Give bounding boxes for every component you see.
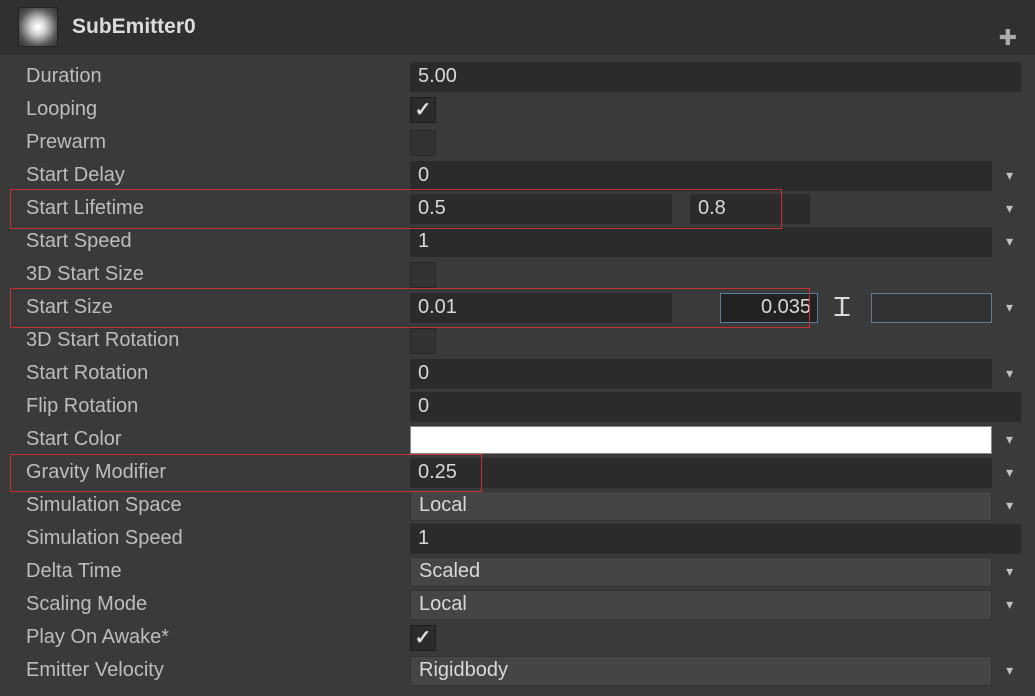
dropdown-start-size-icon[interactable]: ▾ — [998, 299, 1021, 316]
label-start-lifetime: Start Lifetime — [26, 197, 410, 220]
select-delta-time[interactable]: Scaled — [410, 557, 992, 587]
input-start-lifetime-max[interactable] — [690, 194, 810, 224]
color-swatch-start-color[interactable] — [410, 426, 992, 454]
row-play-on-awake: Play On Awake* — [0, 621, 1035, 654]
label-start-size: Start Size — [26, 296, 410, 319]
input-gravity-modifier[interactable] — [410, 458, 992, 488]
label-gravity-modifier: Gravity Modifier — [26, 461, 410, 484]
input-flip-rotation[interactable] — [410, 392, 1021, 422]
label-3d-start-size: 3D Start Size — [26, 263, 410, 286]
row-start-rotation: Start Rotation ▾ — [0, 357, 1035, 390]
row-simulation-space: Simulation Space Local ▾ — [0, 489, 1035, 522]
module-header[interactable]: SubEmitter0 ✚ — [0, 0, 1035, 54]
input-start-rotation[interactable] — [410, 359, 992, 389]
checkbox-3d-start-size[interactable] — [410, 262, 436, 288]
label-flip-rotation: Flip Rotation — [26, 395, 410, 418]
dropdown-start-rotation-icon[interactable]: ▾ — [998, 365, 1021, 382]
label-emitter-velocity: Emitter Velocity — [26, 659, 410, 682]
row-start-color: Start Color ▾ — [0, 423, 1035, 456]
row-emitter-velocity: Emitter Velocity Rigidbody ▾ — [0, 654, 1035, 687]
dropdown-simulation-space-icon[interactable]: ▾ — [998, 497, 1021, 514]
dropdown-start-speed-icon[interactable]: ▾ — [998, 233, 1021, 250]
row-start-speed: Start Speed ▾ — [0, 225, 1035, 258]
input-start-delay[interactable] — [410, 161, 992, 191]
dropdown-scaling-mode-icon[interactable]: ▾ — [998, 596, 1021, 613]
label-3d-start-rotation: 3D Start Rotation — [26, 329, 410, 352]
label-start-rotation: Start Rotation — [26, 362, 410, 385]
row-scaling-mode: Scaling Mode Local ▾ — [0, 588, 1035, 621]
row-start-delay: Start Delay ▾ — [0, 159, 1035, 192]
checkbox-looping[interactable] — [410, 97, 436, 123]
row-start-lifetime: Start Lifetime ▾ — [0, 192, 1035, 225]
select-emitter-velocity[interactable]: Rigidbody — [410, 656, 992, 686]
checkbox-play-on-awake[interactable] — [410, 625, 436, 651]
row-looping: Looping — [0, 93, 1035, 126]
row-duration: Duration — [0, 60, 1035, 93]
particle-preview-icon — [18, 7, 58, 47]
row-start-size: Start Size 0.035 Ꮖ ▾ — [0, 291, 1035, 324]
label-start-speed: Start Speed — [26, 230, 410, 253]
row-simulation-speed: Simulation Speed — [0, 522, 1035, 555]
label-scaling-mode: Scaling Mode — [26, 593, 410, 616]
label-delta-time: Delta Time — [26, 560, 410, 583]
add-module-icon[interactable]: ✚ — [999, 25, 1017, 51]
text-cursor-icon: Ꮖ — [834, 292, 851, 324]
label-start-color: Start Color — [26, 428, 410, 451]
input-duration[interactable] — [410, 62, 1021, 92]
label-duration: Duration — [26, 65, 410, 88]
row-gravity-modifier: Gravity Modifier ▾ — [0, 456, 1035, 489]
row-prewarm: Prewarm — [0, 126, 1035, 159]
input-start-size-max[interactable]: 0.035 — [720, 293, 818, 323]
row-3d-start-size: 3D Start Size — [0, 258, 1035, 291]
checkbox-prewarm[interactable] — [410, 130, 436, 156]
input-start-lifetime-min[interactable] — [410, 194, 672, 224]
select-simulation-space[interactable]: Local — [410, 491, 992, 521]
label-looping: Looping — [26, 98, 410, 121]
input-start-speed[interactable] — [410, 227, 992, 257]
dropdown-emitter-velocity-icon[interactable]: ▾ — [998, 662, 1021, 679]
dropdown-start-color-icon[interactable]: ▾ — [998, 431, 1021, 448]
property-rows: Duration Looping Prewarm Start Delay ▾ — [0, 54, 1035, 687]
label-play-on-awake: Play On Awake* — [26, 626, 410, 649]
dropdown-delta-time-icon[interactable]: ▾ — [998, 563, 1021, 580]
dropdown-gravity-modifier-icon[interactable]: ▾ — [998, 464, 1021, 481]
dropdown-start-lifetime-icon[interactable]: ▾ — [998, 200, 1021, 217]
row-3d-start-rotation: 3D Start Rotation — [0, 324, 1035, 357]
dropdown-start-delay-icon[interactable]: ▾ — [998, 167, 1021, 184]
label-simulation-speed: Simulation Speed — [26, 527, 410, 550]
input-start-size-min[interactable] — [410, 293, 672, 323]
row-delta-time: Delta Time Scaled ▾ — [0, 555, 1035, 588]
row-flip-rotation: Flip Rotation — [0, 390, 1035, 423]
label-prewarm: Prewarm — [26, 131, 410, 154]
input-start-size-extra[interactable] — [871, 293, 992, 323]
input-simulation-speed[interactable] — [410, 524, 1021, 554]
module-title: SubEmitter0 — [72, 15, 196, 39]
label-start-delay: Start Delay — [26, 164, 410, 187]
label-simulation-space: Simulation Space — [26, 494, 410, 517]
checkbox-3d-start-rotation[interactable] — [410, 328, 436, 354]
particle-system-panel: SubEmitter0 ✚ Duration Looping Prewarm — [0, 0, 1035, 696]
select-scaling-mode[interactable]: Local — [410, 590, 992, 620]
